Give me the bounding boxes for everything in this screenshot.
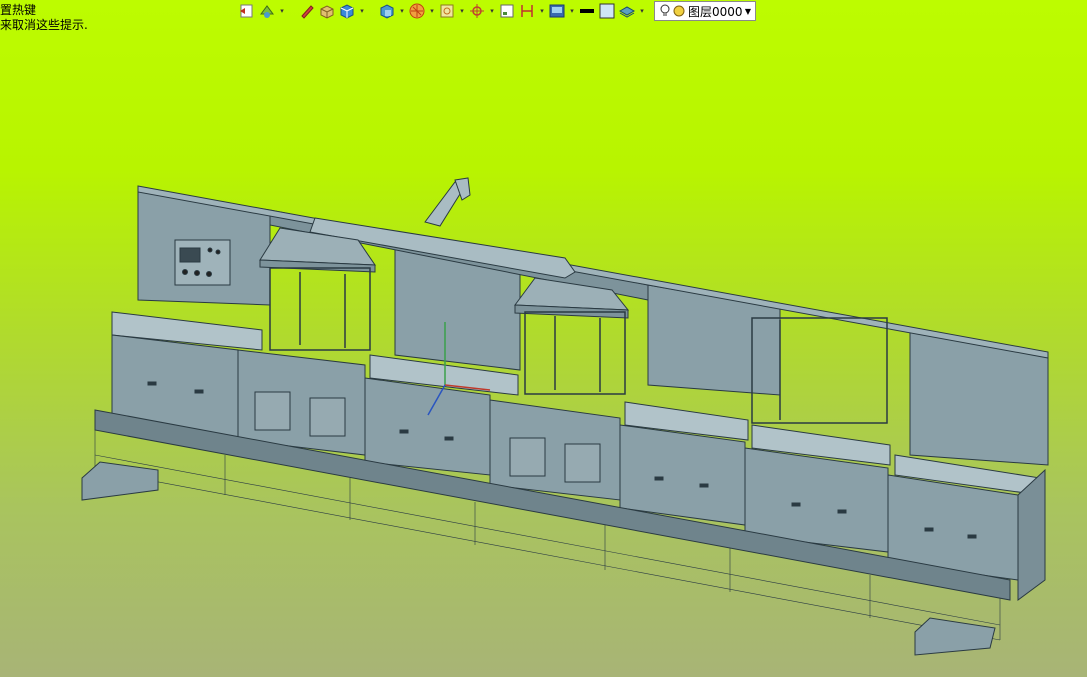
chevron-down-icon[interactable]: ▾ bbox=[398, 1, 406, 21]
view-toolbar: ▾ ▾ ▾ ▾ ▾ ▾ ▾ ▾ ▾ 图层0000 ▼ bbox=[238, 0, 756, 22]
view-orientation-icon[interactable] bbox=[378, 1, 396, 21]
box-icon[interactable] bbox=[318, 1, 336, 21]
control-knob bbox=[207, 247, 213, 253]
chevron-down-icon[interactable]: ▾ bbox=[458, 1, 466, 21]
cabinet-5 bbox=[619, 424, 746, 526]
chevron-down-icon[interactable]: ▾ bbox=[488, 1, 496, 21]
center-icon[interactable] bbox=[468, 1, 486, 21]
section-view-icon[interactable] bbox=[408, 1, 426, 21]
back-top-rail bbox=[137, 185, 1049, 359]
face-color-icon[interactable] bbox=[598, 1, 616, 21]
line-color-icon[interactable] bbox=[578, 1, 596, 21]
zoom-area-icon[interactable] bbox=[438, 1, 456, 21]
sketch-icon[interactable] bbox=[498, 1, 516, 21]
chevron-down-icon[interactable]: ▼ bbox=[745, 7, 751, 16]
chevron-down-icon[interactable]: ▾ bbox=[638, 1, 646, 21]
3d-viewport[interactable]: 置热键 来取消这些提示. ▾ ▾ ▾ ▾ ▾ ▾ ▾ ▾ ▾ 图层0000 ▼ bbox=[0, 0, 1087, 677]
chevron-down-icon[interactable]: ▾ bbox=[568, 1, 576, 21]
chevron-down-icon[interactable]: ▾ bbox=[358, 1, 366, 21]
layer-tool-icon[interactable] bbox=[618, 1, 636, 21]
step-right bbox=[914, 617, 996, 656]
step-left bbox=[81, 461, 159, 501]
lightbulb-icon[interactable] bbox=[659, 4, 671, 18]
control-screen bbox=[179, 247, 201, 263]
pencil-icon[interactable] bbox=[298, 1, 316, 21]
dimension-icon[interactable] bbox=[518, 1, 536, 21]
previous-view-icon[interactable] bbox=[238, 1, 256, 21]
appearance-icon[interactable] bbox=[548, 1, 566, 21]
chevron-down-icon[interactable]: ▾ bbox=[278, 1, 286, 21]
layer-select[interactable]: 图层0000 ▼ bbox=[654, 1, 756, 21]
layer-visible-icon[interactable] bbox=[673, 5, 685, 17]
display-style-icon[interactable] bbox=[258, 1, 276, 21]
chevron-down-icon[interactable]: ▾ bbox=[538, 1, 546, 21]
layer-name: 图层0000 bbox=[688, 4, 743, 19]
chevron-down-icon[interactable]: ▾ bbox=[428, 1, 436, 21]
cabinet-3 bbox=[364, 377, 491, 476]
cad-model[interactable] bbox=[0, 0, 1087, 677]
cube-icon[interactable] bbox=[338, 1, 356, 21]
